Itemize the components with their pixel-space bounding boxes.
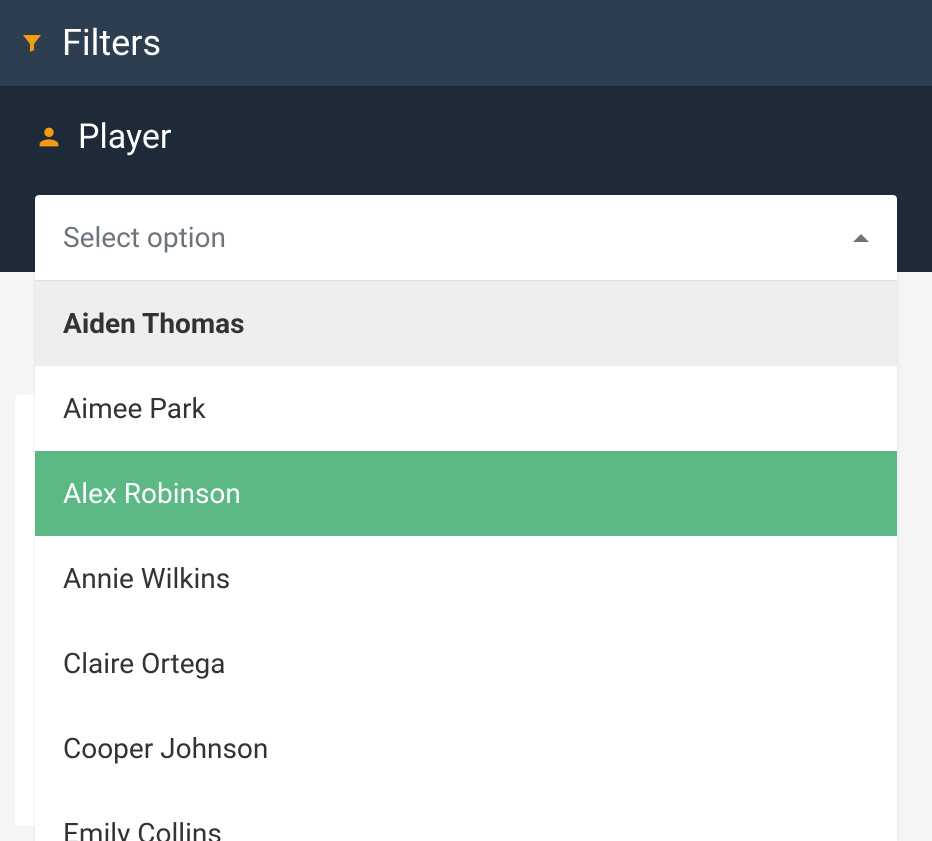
options-list: Aiden Thomas Aimee Park Alex Robinson An… (35, 281, 897, 841)
select-input[interactable]: Select option (35, 195, 897, 281)
select-placeholder: Select option (63, 221, 226, 254)
player-select-dropdown[interactable]: Select option Aiden Thomas Aimee Park Al… (35, 195, 897, 841)
subheader-title: Player (78, 117, 171, 157)
option-aiden-thomas[interactable]: Aiden Thomas (35, 281, 897, 366)
option-aimee-park[interactable]: Aimee Park (35, 366, 897, 451)
chevron-up-icon (853, 234, 869, 242)
filters-header: Filters (0, 0, 932, 87)
option-cooper-johnson[interactable]: Cooper Johnson (35, 706, 897, 791)
header-title: Filters (62, 22, 161, 64)
option-alex-robinson[interactable]: Alex Robinson (35, 451, 897, 536)
option-claire-ortega[interactable]: Claire Ortega (35, 621, 897, 706)
option-emily-collins[interactable]: Emily Collins (35, 791, 897, 841)
filter-icon (20, 31, 44, 55)
person-icon (35, 123, 63, 151)
option-annie-wilkins[interactable]: Annie Wilkins (35, 536, 897, 621)
